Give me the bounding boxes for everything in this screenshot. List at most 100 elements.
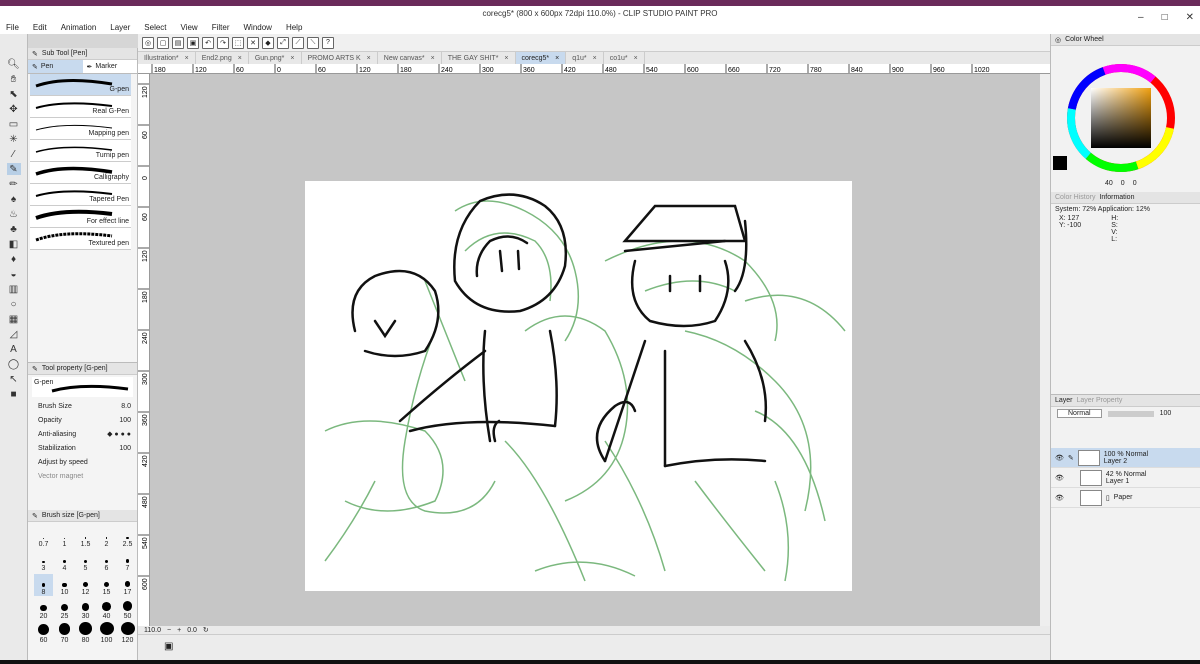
eye-icon[interactable]: 👁︎ [1055,474,1064,482]
menu-layer[interactable]: Layer [110,23,130,32]
hand-icon[interactable]: ✋︎ [7,73,21,85]
correct-line-icon[interactable]: ↖ [7,373,21,385]
brush-size-option[interactable]: 50 [118,598,137,620]
menu-file[interactable]: File [6,23,19,32]
brush-size-option[interactable]: 30 [76,598,95,620]
brush-size-option[interactable]: 25 [55,598,74,620]
operation-icon[interactable]: ⬉ [7,88,21,100]
brush-size-option[interactable]: 15 [97,574,116,596]
brush-mapping-pen[interactable]: Mapping pen [30,118,131,140]
close-tab-icon[interactable]: × [634,55,638,62]
ruler-icon[interactable]: ◿ [7,328,21,340]
figure-icon[interactable]: ○ [7,298,21,310]
tab-marker[interactable]: ✒ Marker [82,60,137,73]
brush-textured-pen[interactable]: Textured pen [30,228,131,250]
menu-help[interactable]: Help [286,23,302,32]
layer-row[interactable]: 👁︎ ▯ Paper [1051,488,1200,508]
brush-size-option[interactable]: 7 [118,550,137,572]
canvas[interactable] [305,181,852,591]
brush-size-option[interactable]: 17 [118,574,137,596]
zoom-out-icon[interactable]: − [167,627,171,634]
layer-row[interactable]: 👁︎ 42 % Normal Layer 1 [1051,468,1200,488]
main-color-swatch[interactable] [1053,156,1067,170]
stabilization-row[interactable]: Stabilization 100 [28,441,137,455]
menu-edit[interactable]: Edit [33,23,47,32]
brush-size-option[interactable]: 8 [34,574,53,596]
brush-size-option[interactable]: 4 [55,550,74,572]
close-tab-icon[interactable]: × [504,55,508,62]
layer-opacity[interactable]: 100 [1160,410,1172,417]
fill-icon[interactable]: ◒ [7,268,21,280]
brush-size-option[interactable]: 2.5 [118,526,137,548]
decoration-icon[interactable]: ♣ [7,223,21,235]
brush-size-option[interactable]: 0.7 [34,526,53,548]
brush-tapered-pen[interactable]: Tapered Pen [30,184,131,206]
snap-icon[interactable]: ⟋ [292,36,304,49]
clear-icon[interactable]: ✕ [247,36,259,49]
eye-icon[interactable]: 👁︎ [1055,494,1064,502]
brush-size-option[interactable]: 60 [34,622,53,644]
doc-tab[interactable]: Gun.png* × [249,52,302,64]
brush-size-option[interactable]: 120 [118,622,137,644]
rotate-icon[interactable]: ↻ [203,626,209,634]
text-icon[interactable]: A [7,343,21,355]
doc-tab[interactable]: PROMO ARTS K × [302,52,378,64]
open-icon[interactable]: ▤ [172,36,184,49]
brush-real-gpen[interactable]: Real G-Pen [30,96,131,118]
eye-icon[interactable]: 👁︎ [1055,454,1064,462]
angle-value[interactable]: 0.0 [187,627,197,634]
brush-size-option[interactable]: 5 [76,550,95,572]
tab-layer[interactable]: Layer [1055,397,1073,404]
menu-view[interactable]: View [181,23,198,32]
zoom-in-icon[interactable]: + [177,627,181,634]
move-icon[interactable]: ✥ [7,103,21,115]
undo-icon[interactable]: ↶ [202,36,214,49]
save-icon[interactable]: ▣ [187,36,199,49]
antialias-row[interactable]: Anti-aliasing ◆ ● ● ● [28,427,137,441]
gradient-icon[interactable]: ▥ [7,283,21,295]
new-file-icon[interactable]: ▢ [157,36,169,49]
doc-tab[interactable]: co1u* × [604,52,645,64]
tab-color-history[interactable]: Color History [1055,194,1095,201]
menu-select[interactable]: Select [144,23,166,32]
frame-icon[interactable]: ▦ [7,313,21,325]
redo-icon[interactable]: ↷ [217,36,229,49]
menu-window[interactable]: Window [244,23,272,32]
close-tab-icon[interactable]: × [593,55,597,62]
close-tab-icon[interactable]: × [431,55,435,62]
tab-layer-property[interactable]: Layer Property [1077,397,1123,404]
doc-tab[interactable]: corecg5* × [515,52,567,64]
brush-size-option[interactable]: 20 [34,598,53,620]
close-tab-icon[interactable]: × [290,55,294,62]
brush-size-row[interactable]: Brush Size 8.0 [28,399,137,413]
menu-animation[interactable]: Animation [61,23,97,32]
antialias-icon[interactable]: ◆ ● ● ● [107,430,131,438]
transform-icon[interactable]: ⤢ [277,36,289,49]
balloon-icon[interactable]: ◯ [7,358,21,370]
close-tab-icon[interactable]: × [185,55,189,62]
layer-row[interactable]: 👁︎ ✎ 100 % Normal Layer 2 [1051,448,1200,468]
navigator-icon[interactable]: ▣ [164,641,173,652]
tab-information[interactable]: Information [1099,194,1134,201]
opacity-row[interactable]: Opacity 100 [28,413,137,427]
blend-mode-select[interactable]: Normal [1057,409,1102,418]
brush-size-option[interactable]: 1.5 [76,526,95,548]
doc-tab[interactable]: End2.png × [196,52,249,64]
color-swatch-icon[interactable]: ■ [7,388,21,400]
brush-size-option[interactable]: 1 [55,526,74,548]
close-tab-icon[interactable]: × [238,55,242,62]
pencil-icon[interactable]: ✏ [7,178,21,190]
selection-icon[interactable]: ▭ [7,118,21,130]
brush-icon[interactable]: ♠ [7,193,21,205]
clip-studio-icon[interactable]: ◎ [142,36,154,49]
brush-size-option[interactable]: 12 [76,574,95,596]
brush-calligraphy[interactable]: Calligraphy [30,162,131,184]
airbrush-icon[interactable]: ♨ [7,208,21,220]
zoom-icon[interactable]: 🔍︎ [7,58,21,70]
menu-filter[interactable]: Filter [212,23,230,32]
fill-icon[interactable]: ◆ [262,36,274,49]
vector-magnet-row[interactable]: Vector magnet [28,469,137,483]
ruler-snap-icon[interactable]: ⟍ [307,36,319,49]
brush-turnip-pen[interactable]: Turnip pen [30,140,131,162]
doc-tab[interactable]: q1u* × [566,52,604,64]
